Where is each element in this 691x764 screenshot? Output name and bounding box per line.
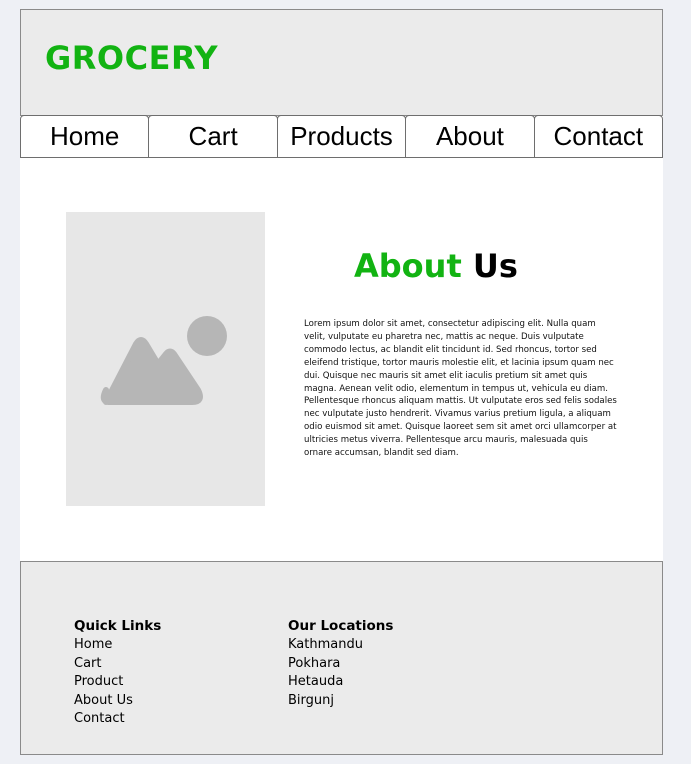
image-placeholder-icon [100,316,227,405]
page: GROCERY Home Cart Products About Contact… [20,9,664,755]
footer-quick-links-heading: Quick Links [74,618,162,634]
header: GROCERY [20,9,663,116]
footer: Quick Links Home Cart Product About Us C… [20,561,663,755]
nav-tab-about[interactable]: About [405,115,535,158]
footer-link-contact[interactable]: Contact [74,710,161,729]
about-section: About Us Lorem ipsum dolor sit amet, con… [20,158,663,562]
footer-link-about-us[interactable]: About Us [74,692,161,711]
nav-tab-products[interactable]: Products [276,115,407,158]
footer-link-product[interactable]: Product [74,673,161,692]
about-paragraph: Lorem ipsum dolor sit amet, consectetur … [304,319,617,459]
main-nav: Home Cart Products About Contact [20,115,664,158]
nav-tab-home[interactable]: Home [20,115,150,158]
footer-link-home[interactable]: Home [74,636,161,655]
footer-quick-links: Quick Links Home Cart Product About Us C… [74,617,161,729]
about-title-highlight: About [354,247,462,285]
location-kathmandu: Kathmandu [288,637,363,652]
brand-logo-text[interactable]: GROCERY [45,42,218,74]
footer-locations-heading: Our Locations [288,618,394,634]
nav-tab-cart[interactable]: Cart [148,115,278,158]
location-pokhara: Pokhara [288,655,341,671]
about-title: About Us [354,250,518,282]
footer-link-cart[interactable]: Cart [74,655,161,674]
nav-tab-contact[interactable]: Contact [533,115,664,158]
location-birgunj: Birgunj [288,692,334,708]
about-image [66,212,265,506]
about-title-rest: Us [472,247,518,285]
location-hetauda: Hetauda [288,674,344,689]
footer-locations: Our Locations Kathmandu Pokhara Hetauda … [288,617,393,710]
